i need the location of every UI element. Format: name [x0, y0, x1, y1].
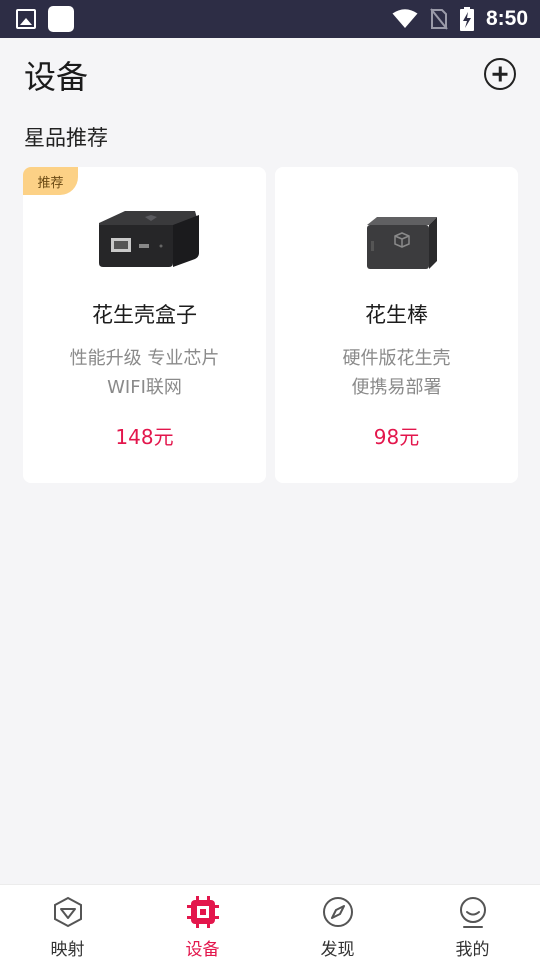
nav-item-discover[interactable]: 发现	[270, 885, 405, 960]
nav-label: 映射	[50, 940, 85, 960]
product-price: 98元	[373, 425, 420, 449]
battery-charging-icon	[459, 7, 474, 31]
no-sim-icon	[430, 8, 448, 30]
page-header: 设备	[0, 38, 540, 110]
wifi-icon	[392, 9, 418, 28]
recommend-badge: 推荐	[23, 167, 78, 195]
gallery-notification-icon	[16, 9, 36, 29]
status-time: 8:50	[485, 7, 528, 30]
product-card-box[interactable]: 推荐 花生壳盒子 性能升级 专业芯片 WIFI联网 148元	[23, 167, 266, 483]
nav-label: 发现	[320, 940, 355, 960]
nav-item-profile[interactable]: 我的	[405, 885, 540, 960]
nav-label: 设备	[185, 940, 220, 960]
add-device-button[interactable]	[484, 58, 516, 90]
nav-item-devices[interactable]: 设备	[135, 885, 270, 960]
peanut-stick-product-image	[366, 217, 437, 269]
page-title: 设备	[24, 58, 89, 96]
nav-item-mapping[interactable]: 映射	[0, 885, 135, 960]
status-bar: 8:50	[0, 0, 540, 38]
compass-icon	[322, 897, 353, 927]
product-price: 148元	[115, 425, 174, 449]
product-desc-line2: WIFI联网	[107, 377, 182, 398]
bottom-nav: 映射 设备 发现 我的	[0, 884, 540, 960]
peanut-box-product-image	[98, 211, 199, 267]
product-card-stick[interactable]: 花生棒 硬件版花生壳 便携易部署 98元	[275, 167, 518, 483]
app-notification-icon	[48, 6, 74, 32]
product-name: 花生壳盒子	[92, 303, 197, 327]
product-desc-line1: 硬件版花生壳	[342, 348, 451, 369]
mapping-shield-icon	[53, 896, 82, 928]
profile-icon	[459, 897, 486, 928]
product-name: 花生棒	[365, 303, 428, 327]
section-title: 星品推荐	[24, 126, 108, 150]
nav-label: 我的	[455, 940, 490, 960]
chip-icon	[186, 896, 219, 928]
product-desc-line1: 性能升级 专业芯片	[69, 348, 220, 369]
product-desc-line2: 便携易部署	[351, 377, 442, 398]
